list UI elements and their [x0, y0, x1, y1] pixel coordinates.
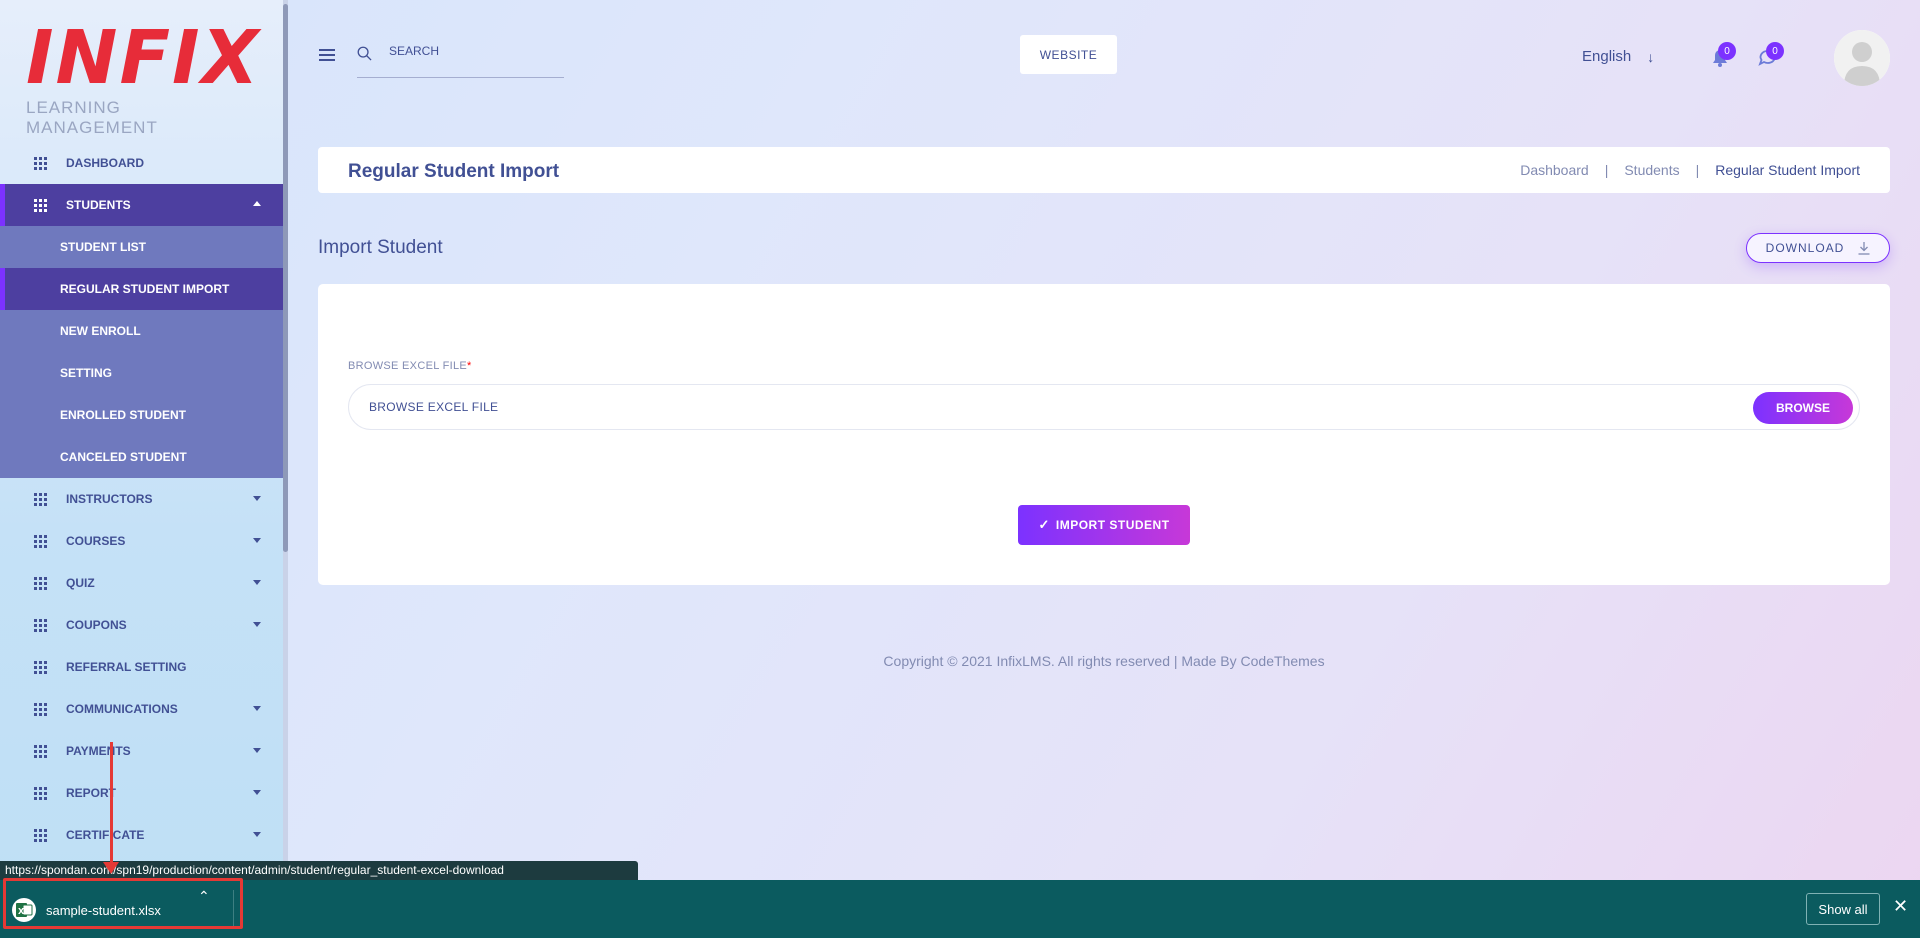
grid-icon	[34, 198, 47, 212]
hamburger-icon[interactable]	[319, 49, 335, 61]
sidebar-item-label: STUDENTS	[66, 198, 131, 212]
breadcrumb-students[interactable]: Students	[1624, 162, 1679, 178]
caret-down-icon	[253, 706, 261, 711]
logo-wordmark: INFIX	[26, 15, 261, 101]
submenu-item-new-enroll[interactable]: NEW ENROLL	[0, 310, 283, 352]
sidebar-item-label: COUPONS	[66, 618, 127, 632]
title-bar: Regular Student Import Dashboard | Stude…	[318, 147, 1890, 193]
required-mark: *	[467, 360, 472, 372]
sidebar-scrollbar-thumb[interactable]	[283, 4, 288, 552]
sidebar-item-label: PAYMENTS	[66, 744, 131, 758]
grid-icon	[34, 618, 47, 632]
website-button[interactable]: WEBSITE	[1020, 35, 1117, 74]
sidebar: INFIX LEARNING MANAGEMENT DASHBOARD STUD…	[0, 0, 283, 880]
sidebar-item-label: CERTIFICATE	[66, 828, 145, 842]
annotation-arrow-line	[110, 742, 113, 868]
sidebar-menu: DASHBOARD STUDENTS STUDENT LIST REGULAR …	[0, 142, 283, 856]
annotation-highlight-box	[3, 878, 243, 929]
sidebar-item-label: COURSES	[66, 534, 126, 548]
grid-icon	[34, 828, 47, 842]
sidebar-item-courses[interactable]: COURSES	[0, 520, 283, 562]
download-button-label: DOWNLOAD	[1765, 241, 1845, 255]
field-label-text: BROWSE EXCEL FILE	[348, 360, 467, 372]
sidebar-item-label: DASHBOARD	[66, 156, 144, 170]
language-selector[interactable]: English ↓	[1582, 48, 1654, 65]
sidebar-item-label: INSTRUCTORS	[66, 492, 153, 506]
section-title: Import Student	[318, 237, 443, 258]
download-bar: X sample-student.xlsx ⌃ Show all ✕	[0, 880, 1920, 938]
submenu-item-enrolled-student[interactable]: ENROLLED STUDENT	[0, 394, 283, 436]
sidebar-item-label: REFERRAL SETTING	[66, 660, 187, 674]
import-student-label: IMPORT STUDENT	[1055, 518, 1170, 532]
breadcrumb-separator: |	[1695, 162, 1700, 178]
sidebar-item-coupons[interactable]: COUPONS	[0, 604, 283, 646]
field-label: BROWSE EXCEL FILE*	[348, 360, 472, 372]
grid-icon	[34, 576, 47, 590]
avatar-icon	[1834, 30, 1890, 86]
logo[interactable]: INFIX LEARNING MANAGEMENT	[26, 15, 261, 137]
messages-badge: 0	[1766, 42, 1784, 60]
page-title: Regular Student Import	[348, 161, 560, 182]
search-input[interactable]	[389, 44, 559, 58]
notifications-badge: 0	[1718, 42, 1736, 60]
annotation-arrow-head	[103, 862, 119, 874]
caret-down-icon	[253, 832, 261, 837]
submenu-item-canceled-student[interactable]: CANCELED STUDENT	[0, 436, 283, 478]
check-icon: ✓	[1038, 517, 1050, 532]
grid-icon	[34, 156, 47, 170]
breadcrumb: Dashboard | Students | Regular Student I…	[1520, 162, 1860, 178]
sidebar-item-students[interactable]: STUDENTS	[0, 184, 283, 226]
sidebar-item-instructors[interactable]: INSTRUCTORS	[0, 478, 283, 520]
browse-button[interactable]: BROWSE	[1753, 392, 1853, 424]
grid-icon	[34, 492, 47, 506]
sidebar-item-quiz[interactable]: QUIZ	[0, 562, 283, 604]
grid-icon	[34, 702, 47, 716]
caret-up-icon	[253, 201, 261, 206]
caret-down-icon	[253, 580, 261, 585]
avatar[interactable]	[1834, 30, 1890, 86]
sidebar-item-label: COMMUNICATIONS	[66, 702, 178, 716]
sidebar-item-communications[interactable]: COMMUNICATIONS	[0, 688, 283, 730]
messages-button[interactable]: 0	[1748, 38, 1788, 78]
sidebar-item-referral-setting[interactable]: REFERRAL SETTING	[0, 646, 283, 688]
logo-subtitle: LEARNING MANAGEMENT	[26, 98, 158, 137]
search-icon[interactable]	[357, 46, 372, 61]
download-icon	[1858, 241, 1870, 255]
copyright: Copyright © 2021 InfixLMS. All rights re…	[883, 653, 1325, 669]
sidebar-item-dashboard[interactable]: DASHBOARD	[0, 142, 283, 184]
sidebar-item-label: REPORT	[66, 786, 117, 800]
import-card: BROWSE EXCEL FILE* BROWSE EXCEL FILE BRO…	[318, 284, 1890, 585]
breadcrumb-separator: |	[1604, 162, 1609, 178]
download-button[interactable]: DOWNLOAD	[1746, 233, 1890, 263]
submenu-item-student-list[interactable]: STUDENT LIST	[0, 226, 283, 268]
close-icon[interactable]: ✕	[1893, 896, 1908, 917]
breadcrumb-dashboard[interactable]: Dashboard	[1520, 162, 1589, 178]
submenu-item-regular-student-import[interactable]: REGULAR STUDENT IMPORT	[0, 268, 283, 310]
caret-down-icon	[253, 790, 261, 795]
sidebar-item-label: QUIZ	[66, 576, 95, 590]
sidebar-item-certificate[interactable]: CERTIFICATE	[0, 814, 283, 856]
caret-down-icon	[253, 496, 261, 501]
submenu-item-setting[interactable]: SETTING	[0, 352, 283, 394]
search-box	[357, 40, 564, 78]
arrow-down-icon: ↓	[1647, 48, 1655, 65]
breadcrumb-current: Regular Student Import	[1715, 162, 1860, 178]
language-label: English	[1582, 48, 1632, 65]
caret-down-icon	[253, 748, 261, 753]
show-all-button[interactable]: Show all	[1806, 893, 1880, 925]
grid-icon	[34, 744, 47, 758]
caret-down-icon	[253, 538, 261, 543]
grid-icon	[34, 660, 47, 674]
notifications-button[interactable]: 0	[1700, 38, 1740, 78]
file-input-placeholder: BROWSE EXCEL FILE	[369, 400, 499, 414]
students-submenu: STUDENT LIST REGULAR STUDENT IMPORT NEW …	[0, 226, 283, 478]
caret-down-icon	[253, 622, 261, 627]
grid-icon	[34, 534, 47, 548]
import-student-button[interactable]: ✓ IMPORT STUDENT	[1018, 505, 1190, 545]
grid-icon	[34, 786, 47, 800]
sidebar-item-payments[interactable]: PAYMENTS	[0, 730, 283, 772]
sidebar-item-report[interactable]: REPORT	[0, 772, 283, 814]
file-input[interactable]: BROWSE EXCEL FILE BROWSE	[348, 384, 1860, 430]
